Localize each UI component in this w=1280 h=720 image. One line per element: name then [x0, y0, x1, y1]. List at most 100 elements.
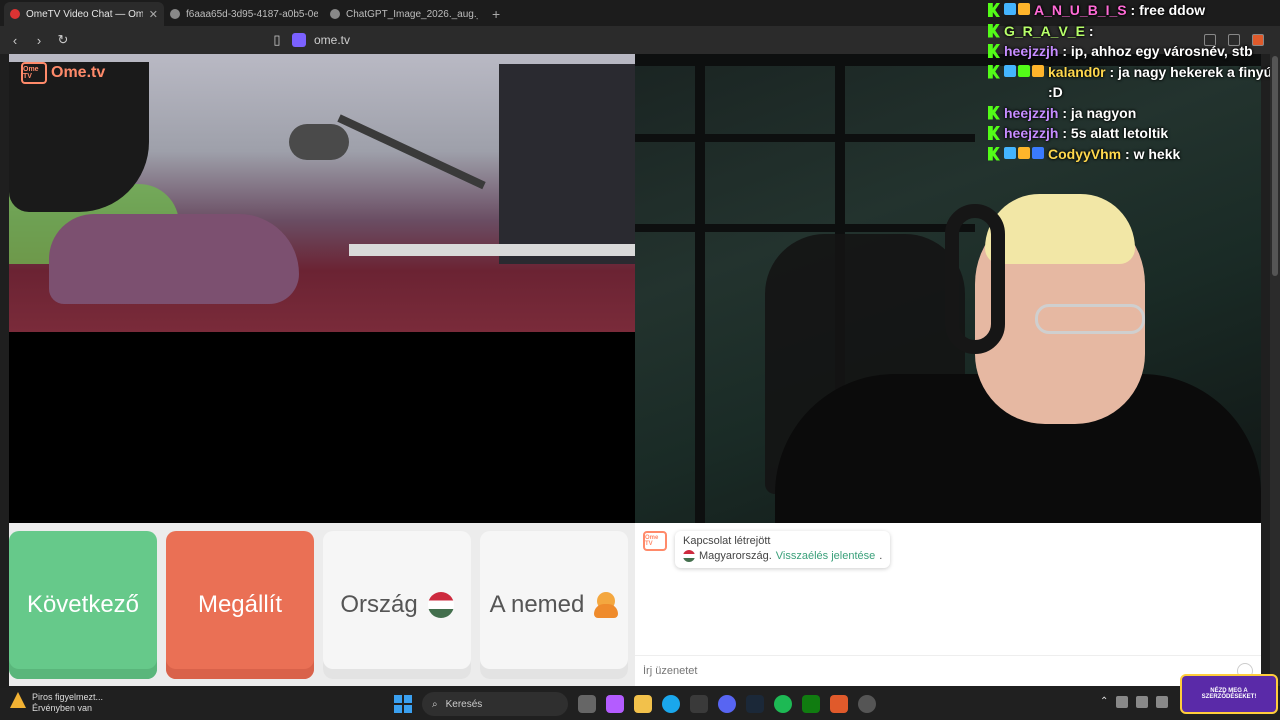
chat-username: kaland0r: [1048, 63, 1106, 80]
chat-message: CodyyVhm : w hekk: [978, 144, 1280, 165]
url-field[interactable]: ▯ ome.tv: [270, 32, 350, 48]
country-name: Magyarország.: [699, 550, 772, 562]
site-info-icon[interactable]: [292, 33, 306, 47]
sword-icon: [1032, 146, 1044, 159]
chat-text: ip, ahhoz egy városnév, stb: [1070, 43, 1253, 59]
store-icon[interactable]: [690, 695, 708, 713]
hair-shape: [985, 194, 1135, 264]
windows-start-icon[interactable]: [394, 695, 412, 713]
chat-message: heejzzjh : ja nagyon: [978, 103, 1280, 124]
edge-icon[interactable]: [662, 695, 680, 713]
gender-button[interactable]: A nemed: [480, 531, 628, 679]
microphone-icon[interactable]: [1156, 696, 1169, 708]
shelf-shape: [695, 54, 705, 523]
crown-icon: [1018, 3, 1030, 15]
chat-text: 5s alatt letoltik: [1070, 125, 1169, 141]
spotify-icon[interactable]: [774, 695, 792, 713]
face-mask-shape: [9, 62, 149, 212]
glasses-shape: [1035, 304, 1145, 334]
user-badges: [1004, 64, 1044, 77]
copilot-icon[interactable]: [606, 695, 624, 713]
text-chat-panel: Ome TV Kapcsolat létrejött Magyarország.…: [635, 523, 1261, 686]
ometv-logo-text: Ome.tv: [51, 64, 106, 81]
chat-username: heejzzjh: [1004, 104, 1059, 121]
connection-bubble: Kapcsolat létrejött Magyarország. Vissza…: [675, 531, 891, 568]
chat-message: kaland0r : ja nagy hekerek a finyúk :D: [978, 62, 1280, 103]
chat-username: A_N_U_B_I_S: [1034, 2, 1127, 18]
ometv-favicon-icon: [10, 9, 20, 19]
app-icon[interactable]: [858, 695, 876, 713]
kick-icon: [988, 3, 1000, 17]
chat-text: ja nagyon: [1070, 104, 1137, 121]
tab-title: OmeTV Video Chat — Omegl: [26, 8, 143, 20]
promo-text: NÉZD MEG A SZERZŐDÉSEKET!: [1201, 688, 1257, 700]
weather-alert-widget[interactable]: Piros figyelmezt... Érvényben van: [10, 692, 103, 714]
task-view-icon[interactable]: [578, 695, 596, 713]
tab-title: f6aaa65d-3d95-4187-a0b5-0e271fb: [186, 8, 318, 20]
tab-chatgpt-image[interactable]: ChatGPT_Image_2026._aug._20_12_3: [324, 2, 484, 26]
next-button[interactable]: Következő: [9, 531, 157, 679]
contracts-promo-overlay: NÉZD MEG A SZERZŐDÉSEKET!: [1180, 674, 1278, 714]
report-suffix: .: [879, 550, 883, 562]
kick-badge-icon: [1018, 64, 1030, 77]
kick-icon: [988, 146, 1000, 161]
chevron-up-icon[interactable]: ⌃: [1100, 696, 1108, 708]
chat-username: CodyyVhm: [1048, 145, 1122, 162]
kick-icon: [988, 23, 1000, 38]
gender-label: A nemed: [489, 591, 585, 618]
globe-icon: [170, 9, 180, 19]
scrollbar-thumb[interactable]: [1272, 56, 1278, 276]
shelf-shape: [635, 134, 975, 142]
new-tab-button[interactable]: +: [484, 2, 508, 26]
stream-chat-overlay: A_N_U_B_I_S : free ddow G_R_A_V_E : heej…: [978, 0, 1280, 164]
bookmark-icon[interactable]: ▯: [270, 32, 284, 48]
stop-label: Megállít: [197, 591, 283, 618]
search-label: Keresés: [445, 698, 483, 710]
alert-title: Piros figyelmezt...: [32, 692, 104, 702]
connection-status: Kapcsolat létrejött: [683, 535, 771, 547]
chat-message: G_R_A_V_E :: [978, 21, 1280, 42]
close-tab-icon[interactable]: ✕: [149, 8, 158, 21]
country-button[interactable]: Ország: [323, 531, 471, 679]
xbox-icon[interactable]: [802, 695, 820, 713]
brave-icon[interactable]: [830, 695, 848, 713]
chat-controls: Következő Megállít Ország A nemed: [9, 531, 635, 681]
message-input[interactable]: [643, 664, 1237, 677]
ometv-logo: Ome TV Ome.tv: [21, 62, 105, 84]
user-badges: [1004, 146, 1044, 159]
kick-icon: [988, 126, 1000, 140]
next-label: Következő: [26, 591, 140, 618]
keyboard-shape: [349, 244, 635, 256]
steam-icon[interactable]: [746, 695, 764, 713]
page-scrollbar[interactable]: [1270, 54, 1280, 686]
tab-ometv[interactable]: OmeTV Video Chat — Omegl ✕: [4, 2, 164, 26]
hand-shape: [49, 214, 299, 304]
tab-title: ChatGPT_Image_2026._aug._20_12_3: [346, 8, 478, 20]
report-abuse-link[interactable]: Visszaélés jelentése: [776, 550, 875, 562]
tab-image[interactable]: f6aaa65d-3d95-4187-a0b5-0e271fb: [164, 2, 324, 26]
windows-taskbar: Piros figyelmezt... Érvényben van ⌕ Kere…: [0, 688, 1280, 720]
file-explorer-icon[interactable]: [634, 695, 652, 713]
wifi-icon[interactable]: [1136, 696, 1149, 708]
kick-icon: [988, 105, 1000, 120]
chat-text: w hekk: [1133, 145, 1181, 162]
microphone-shape: [289, 124, 349, 160]
taskbar-search[interactable]: ⌕ Keresés: [422, 692, 568, 716]
message-input-row: [635, 655, 1261, 685]
forward-icon[interactable]: ›: [32, 33, 46, 48]
chat-message: heejzzjh : 5s alatt letoltik: [978, 123, 1280, 144]
country-label: Ország: [340, 591, 418, 618]
headphones-icon: [945, 204, 1005, 354]
ometv-logo-icon: Ome TV: [21, 62, 47, 84]
back-icon[interactable]: ‹: [8, 33, 22, 48]
stop-button[interactable]: Megállít: [166, 531, 314, 679]
ometv-small-logo-icon: Ome TV: [643, 531, 667, 551]
onedrive-icon[interactable]: [1116, 696, 1129, 708]
reload-icon[interactable]: ↻: [56, 32, 70, 48]
chat-username: heejzzjh: [1004, 43, 1059, 59]
stranger-video: Ome TV Ome.tv: [9, 54, 635, 523]
chat-message: heejzzjh : ip, ahhoz egy városnév, stb: [978, 41, 1280, 62]
shelf-shape: [635, 224, 975, 232]
discord-icon[interactable]: [718, 695, 736, 713]
alert-subtitle: Érvényben van: [32, 703, 93, 713]
